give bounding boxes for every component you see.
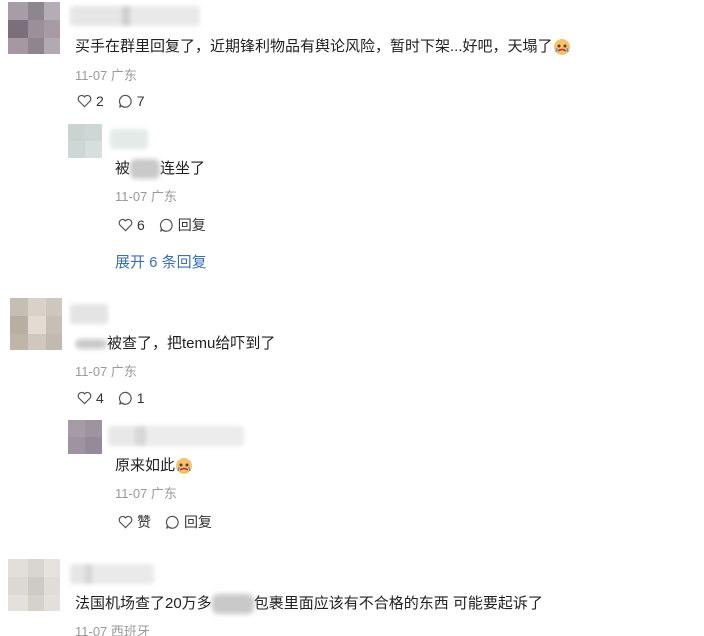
expand-replies-link[interactable]: 展开 6 条回复 [115,251,207,272]
comment-meta: 11-07 广东 [75,67,137,85]
comment-text-part: 买手在群里回复了，近期锋利物品有舆论风险，暂时下架...好吧，天塌了 [75,38,553,55]
heart-icon [77,94,92,108]
comment-text-part: 被查了，把temu给吓到了 [107,335,276,352]
reply-meta: 11-07 广东 [115,485,177,503]
avatar[interactable] [10,298,62,350]
reply-date: 11-07 [115,486,148,501]
comment-actions: 4 1 [77,390,159,406]
heart-icon [118,218,133,232]
like-button[interactable]: 6 [118,217,145,233]
username[interactable] [70,6,200,26]
avatar[interactable] [8,2,60,54]
redacted-text [75,339,107,350]
username[interactable] [70,304,108,324]
reply-label: 回复 [177,217,206,233]
crying-face-icon [176,458,193,475]
reply-username[interactable] [108,426,244,446]
like-count: 4 [96,390,104,406]
heart-icon [118,515,133,529]
comment-location: 广东 [110,68,137,83]
like-count: 6 [137,217,145,233]
comment-bubble-icon [165,515,179,529]
comment-text-part: 包裹里面应该有不合格的东西 可能要起诉了 [253,595,543,612]
username[interactable] [70,564,154,584]
comment-location: 广东 [110,364,137,379]
reply-button[interactable]: 回复 [159,215,206,235]
comment-meta: 11-07 西班牙 [75,623,150,636]
comment-location: 西班牙 [110,624,150,636]
reply-username[interactable] [110,129,148,149]
like-count: 2 [96,93,104,109]
avatar[interactable] [8,559,60,611]
reply-count: 7 [136,93,145,109]
comment-bubble-icon [159,218,173,232]
reply-count: 1 [136,390,145,406]
reply-location: 广东 [150,189,177,204]
comment-date: 11-07 [75,68,108,83]
reply-text-part: 被 [115,160,131,177]
reply-label: 回复 [184,514,212,530]
reply-text-part: 连坐了 [160,160,206,177]
comment-date: 11-07 [75,624,108,636]
comment-text: 被查了，把temu给吓到了 [75,333,275,355]
comment-text-part: 法国机场查了20万多 [75,595,212,612]
comment-bubble-icon [118,391,132,405]
like-button[interactable]: 2 [77,93,104,109]
reply-count-button[interactable]: 7 [118,93,145,109]
comment-bubble-icon [118,94,132,108]
reply-avatar[interactable] [68,420,102,454]
comment-actions: 2 7 [77,93,159,109]
redacted-text [211,594,254,615]
reply-count-button[interactable]: 1 [118,390,145,406]
comment-date: 11-07 [75,364,108,379]
reply-avatar[interactable] [68,124,102,158]
like-button[interactable]: 4 [77,390,104,406]
comment-meta: 11-07 广东 [75,363,137,381]
crying-face-icon [553,39,570,56]
comment-text: 买手在群里回复了，近期锋利物品有舆论风险，暂时下架...好吧，天塌了 [75,36,571,58]
reply-actions: 6 回复 [118,215,220,235]
reply-button[interactable]: 回复 [165,512,212,532]
comment-text: 法国机场查了20万多 包裹里面应该有不合格的东西 可能要起诉了 [75,593,543,615]
reply-date: 11-07 [115,189,148,204]
reply-text: 原来如此 [115,455,193,477]
redacted-text [130,159,161,180]
reply-meta: 11-07 广东 [115,188,177,206]
reply-location: 广东 [150,486,177,501]
reply-text: 被 连坐了 [115,158,205,180]
like-button[interactable]: 赞 [118,512,151,532]
reply-actions: 赞 回复 [118,512,226,532]
heart-icon [77,391,92,405]
reply-text-part: 原来如此 [115,457,176,474]
like-label: 赞 [137,514,151,530]
